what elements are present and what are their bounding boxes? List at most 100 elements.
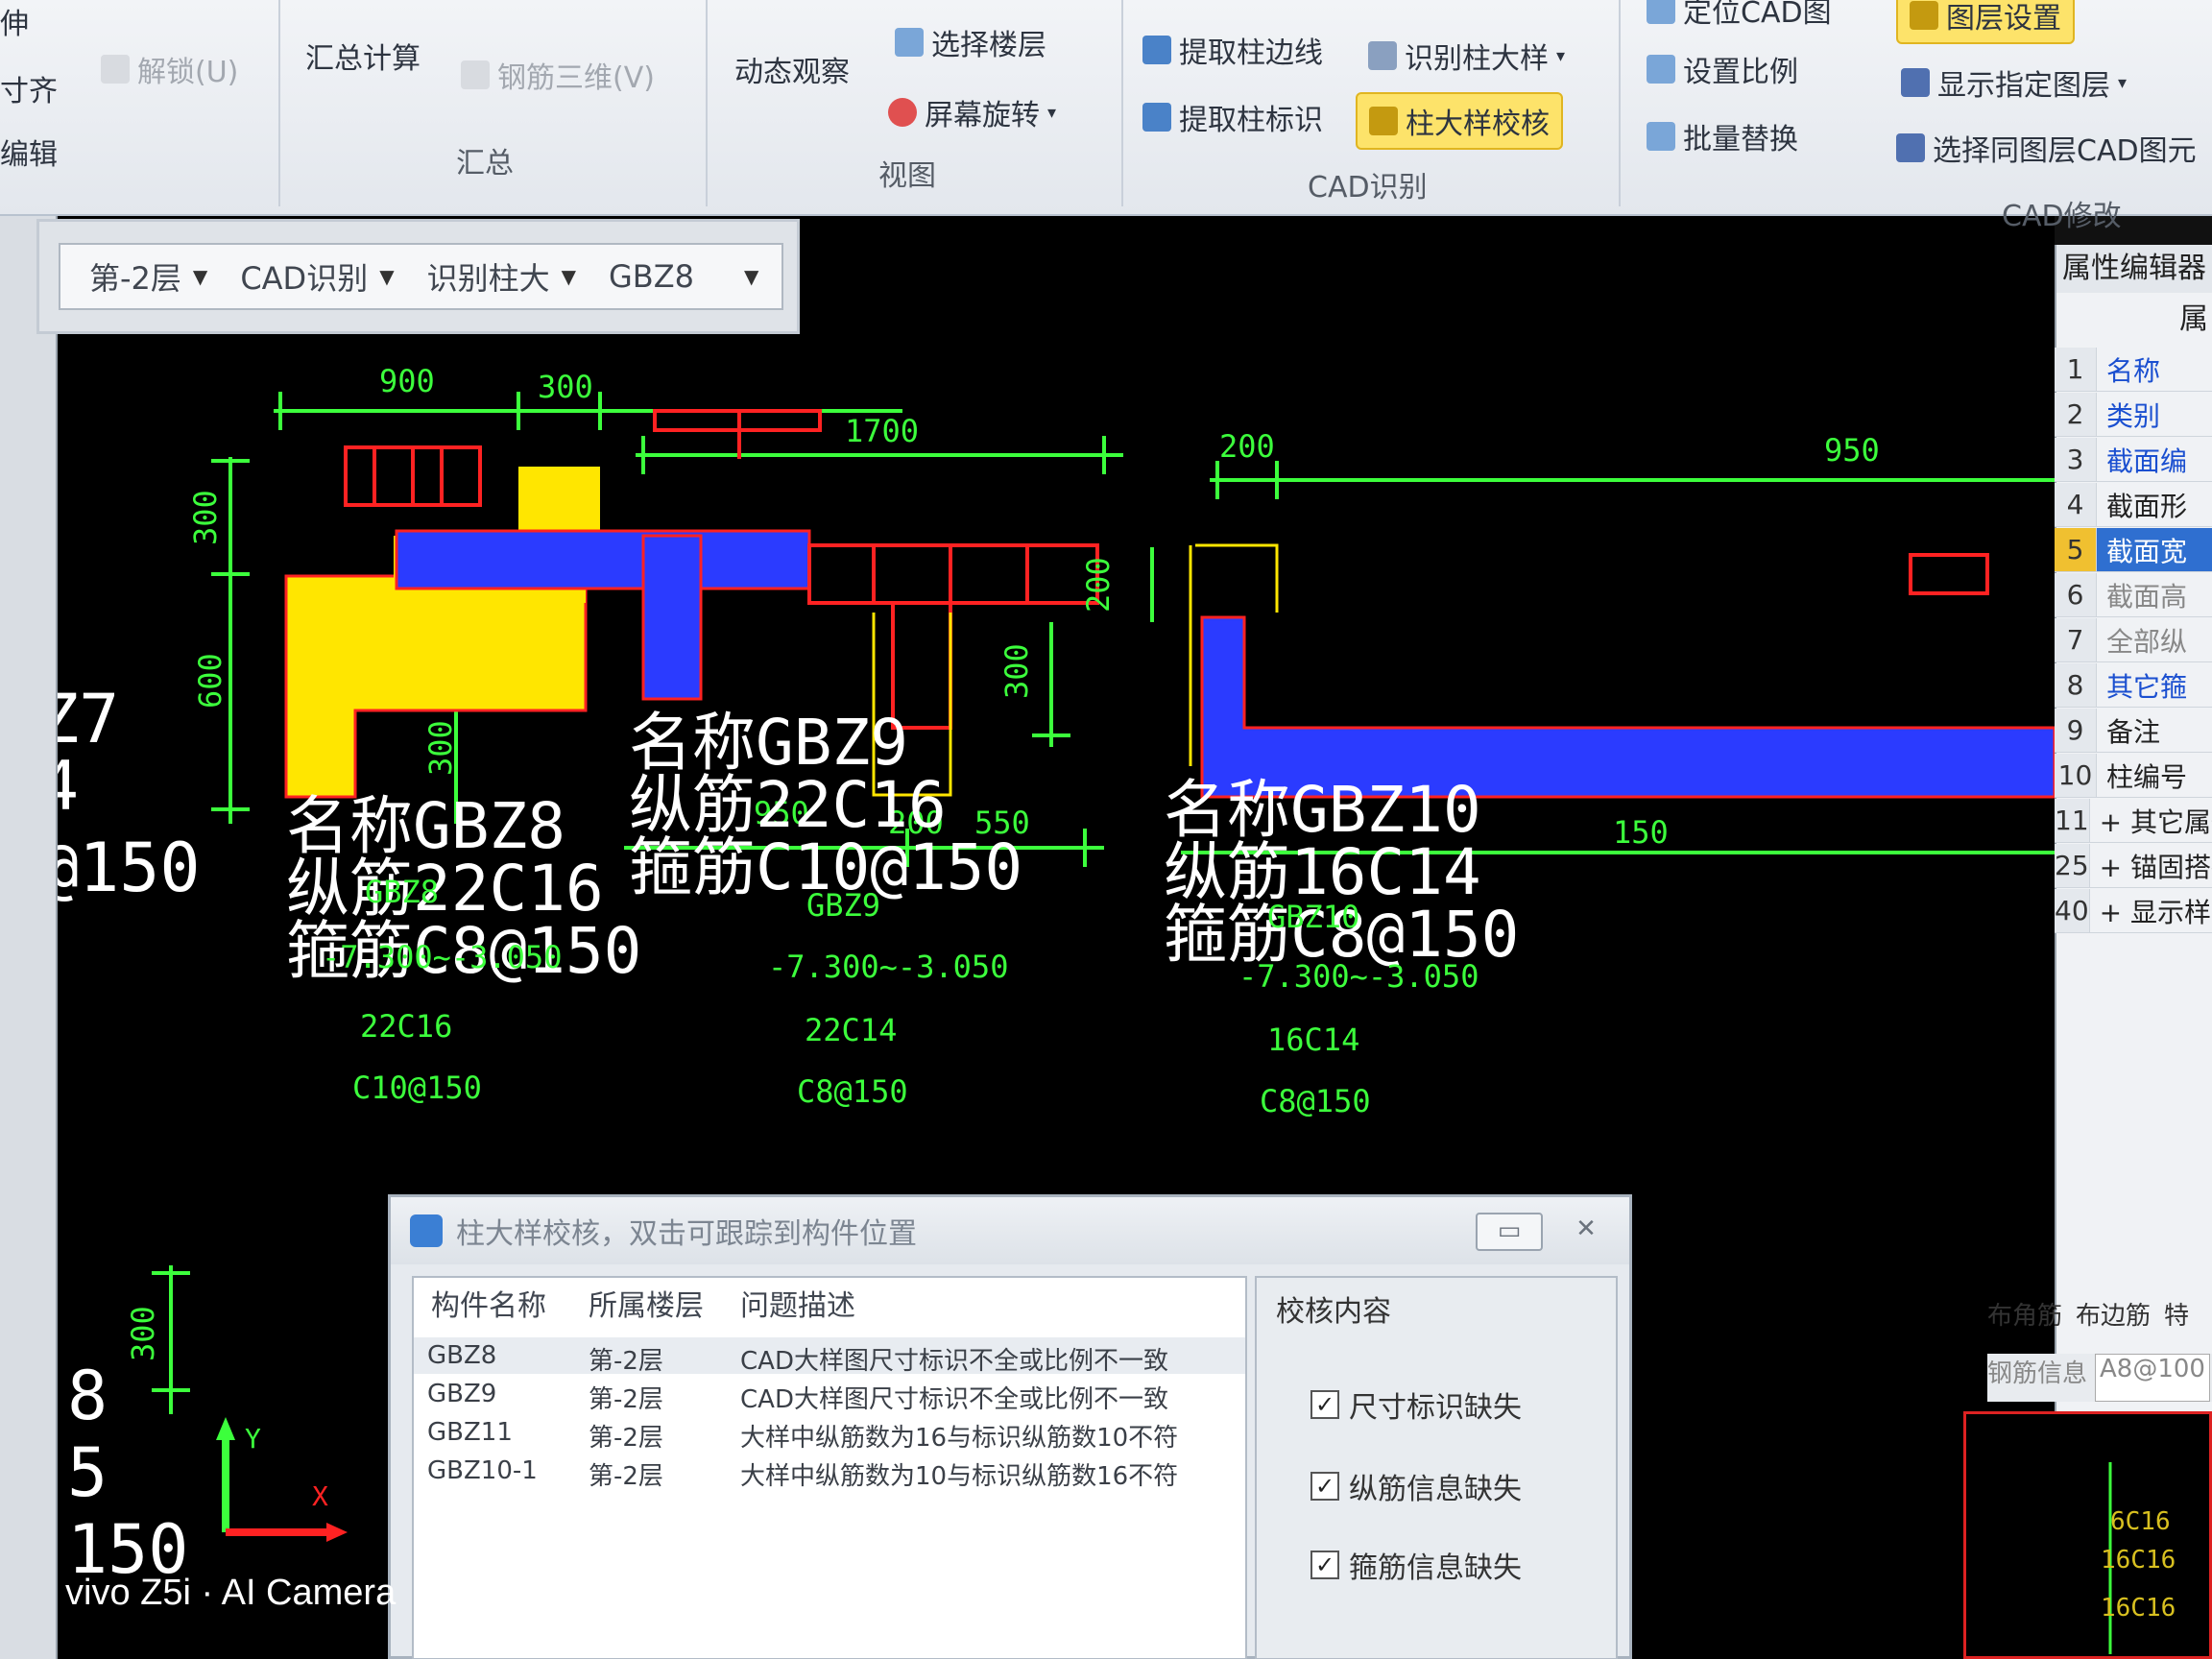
chevron-down-icon: ▾ — [2118, 72, 2128, 93]
group-cad-label: CAD识别 — [1308, 171, 1428, 204]
check-stirrup[interactable]: ✓ 箍筋信息缺失 — [1310, 1544, 1522, 1586]
col-header-desc[interactable]: 问题描述 — [740, 1278, 855, 1335]
screen-rotate-button[interactable]: 屏幕旋转 ▾ — [888, 91, 1056, 133]
ribbon-left-cut-2[interactable]: 寸齐 — [0, 67, 58, 109]
camera-watermark: vivo Z5i · AI Camera — [65, 1573, 397, 1613]
floor-dropdown[interactable]: 第-2层 ▼ — [89, 254, 207, 299]
chevron-down-icon: ▾ — [1047, 102, 1057, 123]
property-row-label: 名称 — [2106, 354, 2161, 387]
property-row[interactable]: 9 备注 — [2055, 709, 2212, 753]
dim-300-gbz9: 300 — [998, 643, 1035, 699]
identify-col-detail-button[interactable]: 识别柱大样 ▾ — [1368, 35, 1565, 77]
dim-200-top: 200 — [1219, 428, 1275, 465]
property-row[interactable]: 4 截面形 — [2055, 483, 2212, 527]
dynamic-view-button[interactable]: 动态观察 — [734, 48, 850, 90]
group-cad-modify-label: CAD修改 — [2002, 200, 2122, 233]
mini-preview: 6C16 16C16 16C16 — [1963, 1411, 2212, 1659]
component-value: GBZ8 — [609, 258, 695, 295]
col-header-floor[interactable]: 所属楼层 — [589, 1278, 704, 1335]
property-row[interactable]: 8 其它箍 — [2055, 663, 2212, 708]
check-longitudinal[interactable]: ✓ 纵筋信息缺失 — [1310, 1465, 1522, 1507]
show-layer-label: 显示指定图层 — [1937, 69, 2110, 103]
extract-edge-icon — [1142, 36, 1171, 64]
property-editor-title: 属性编辑器 — [2056, 245, 2212, 293]
unlock-button[interactable]: 解锁(U) — [101, 48, 238, 90]
sum-calc-button[interactable]: 汇总计算 — [305, 35, 421, 77]
property-row-number: 11 — [2055, 799, 2090, 842]
gbz10-rebar: 16C14 — [1267, 1022, 1359, 1058]
set-scale-button[interactable]: 设置比例 — [1647, 48, 1798, 90]
property-row[interactable]: 3 截面编 — [2055, 438, 2212, 482]
property-row[interactable]: 10 柱编号 — [2055, 754, 2212, 798]
select-floor-label: 选择楼层 — [931, 29, 1046, 62]
gbz10-stirrup: C8@150 — [1260, 1083, 1371, 1119]
property-row-label: 截面编 — [2106, 445, 2188, 477]
ribbon-left-cut-3[interactable]: 编辑 — [0, 131, 58, 173]
cell-description: 大样中纵筋数为16与标识纵筋数10不符 — [740, 1424, 1179, 1453]
rebar-info-input[interactable]: A8@100 — [2095, 1354, 2210, 1402]
property-row-label: 其它箍 — [2106, 670, 2188, 703]
select-floor-button[interactable]: 选择楼层 — [895, 21, 1046, 63]
property-row[interactable]: 1 名称 — [2055, 348, 2212, 392]
mode-dropdown[interactable]: CAD识别 ▼ — [240, 254, 394, 299]
layer-settings-label: 图层设置 — [1946, 2, 2061, 36]
cell-floor: 第-2层 — [589, 1462, 663, 1491]
rebar-info-label: 钢筋信息 — [1987, 1359, 2088, 1388]
col-detail-check-button[interactable]: 柱大样校核 — [1356, 92, 1563, 150]
cell-component: GBZ9 — [427, 1380, 497, 1408]
property-row-label: 截面宽 — [2106, 535, 2188, 567]
check-dimension[interactable]: ✓ 尺寸标识缺失 — [1310, 1383, 1522, 1426]
gbz10-shape[interactable] — [1200, 615, 2056, 799]
table-row[interactable]: GBZ8 第-2层 CAD大样图尺寸标识不全或比例不一致 — [414, 1337, 1245, 1376]
tab-corner-rebar[interactable]: 布角筋 — [1987, 1296, 2062, 1344]
cell-description: CAD大样图尺寸标识不全或比例不一致 — [740, 1347, 1168, 1376]
property-row[interactable]: 11 + 其它属性 — [2055, 799, 2212, 843]
gbz9-rebar: 22C14 — [805, 1012, 897, 1048]
property-row[interactable]: 2 类别 — [2055, 393, 2212, 437]
dialog-title-bar[interactable]: 柱大样校核，双击可跟踪到构件位置 — [391, 1197, 1629, 1264]
column-check-dialog: 柱大样校核，双击可跟踪到构件位置 ▭ ✕ 构件名称 所属楼层 问题描述 GBZ8… — [388, 1194, 1632, 1659]
layer-settings-button[interactable]: 图层设置 — [1896, 0, 2075, 44]
cell-component: GBZ8 — [427, 1341, 497, 1370]
cell-floor: 第-2层 — [589, 1347, 663, 1376]
ribbon-left-cut-1[interactable]: 伸 — [0, 0, 29, 42]
cad-layer-icon — [1901, 68, 1930, 97]
minimize-button[interactable]: ▭ — [1476, 1213, 1543, 1251]
col-header-name[interactable]: 构件名称 — [431, 1278, 546, 1335]
component-dropdown[interactable]: GBZ8 ▼ — [609, 258, 758, 295]
property-row-number: 25 — [2055, 844, 2090, 887]
checkbox-checked-icon[interactable]: ✓ — [1310, 1472, 1339, 1501]
close-icon[interactable]: ✕ — [1552, 1213, 1620, 1251]
checkbox-checked-icon[interactable]: ✓ — [1310, 1390, 1339, 1419]
batch-replace-button[interactable]: 批量替换 — [1647, 115, 1798, 157]
select-same-layer-label: 选择同图层CAD图元 — [1933, 134, 2197, 168]
tab-special[interactable]: 特 — [2164, 1296, 2189, 1344]
property-row[interactable]: 5 截面宽 — [2055, 528, 2212, 572]
coordinate-axes: Y X — [216, 1417, 348, 1542]
property-row[interactable]: 6 截面高 — [2055, 573, 2212, 617]
show-layer-button[interactable]: 显示指定图层 ▾ — [1901, 61, 2127, 104]
property-row-label: 截面高 — [2106, 580, 2188, 613]
extract-col-mark-button[interactable]: 提取柱标识 — [1142, 96, 1323, 138]
checkbox-checked-icon[interactable]: ✓ — [1310, 1551, 1339, 1579]
table-row[interactable]: GBZ11 第-2层 大样中纵筋数为16与标识纵筋数10不符 — [414, 1414, 1245, 1453]
mini-preview-drawing: 6C16 16C16 16C16 — [2101, 1462, 2176, 1654]
property-row[interactable]: 25 + 锚固搭接 — [2055, 844, 2212, 888]
property-row-number: 40 — [2055, 889, 2090, 932]
property-row[interactable]: 7 全部纵 — [2055, 618, 2212, 662]
mini-label-2: 16C16 — [2101, 1546, 2176, 1575]
rebar-3d-button[interactable]: 钢筋三维(V) — [461, 54, 655, 96]
table-row[interactable]: GBZ9 第-2层 CAD大样图尺寸标识不全或比例不一致 — [414, 1376, 1245, 1414]
check-content-panel: 校核内容 ✓ 尺寸标识缺失 ✓ 纵筋信息缺失 ✓ 箍筋信息缺失 — [1255, 1276, 1618, 1659]
property-row-number: 1 — [2055, 348, 2097, 391]
table-row[interactable]: GBZ10-1 第-2层 大样中纵筋数为10与标识纵筋数16不符 — [414, 1453, 1245, 1491]
select-same-layer-button[interactable]: 选择同图层CAD图元 — [1896, 127, 2197, 169]
extract-col-edge-button[interactable]: 提取柱边线 — [1142, 29, 1323, 71]
locate-cad-button[interactable]: 定位CAD图 — [1647, 0, 1832, 31]
action-dropdown[interactable]: 识别柱大 ▼ — [427, 254, 576, 299]
rebar-3d-label: 钢筋三维(V) — [497, 61, 655, 95]
property-row[interactable]: 40 + 显示样式 — [2055, 889, 2212, 933]
chevron-down-icon: ▼ — [192, 265, 208, 288]
tab-edge-rebar[interactable]: 布边筋 — [2076, 1296, 2151, 1344]
scale-icon — [1647, 55, 1675, 84]
